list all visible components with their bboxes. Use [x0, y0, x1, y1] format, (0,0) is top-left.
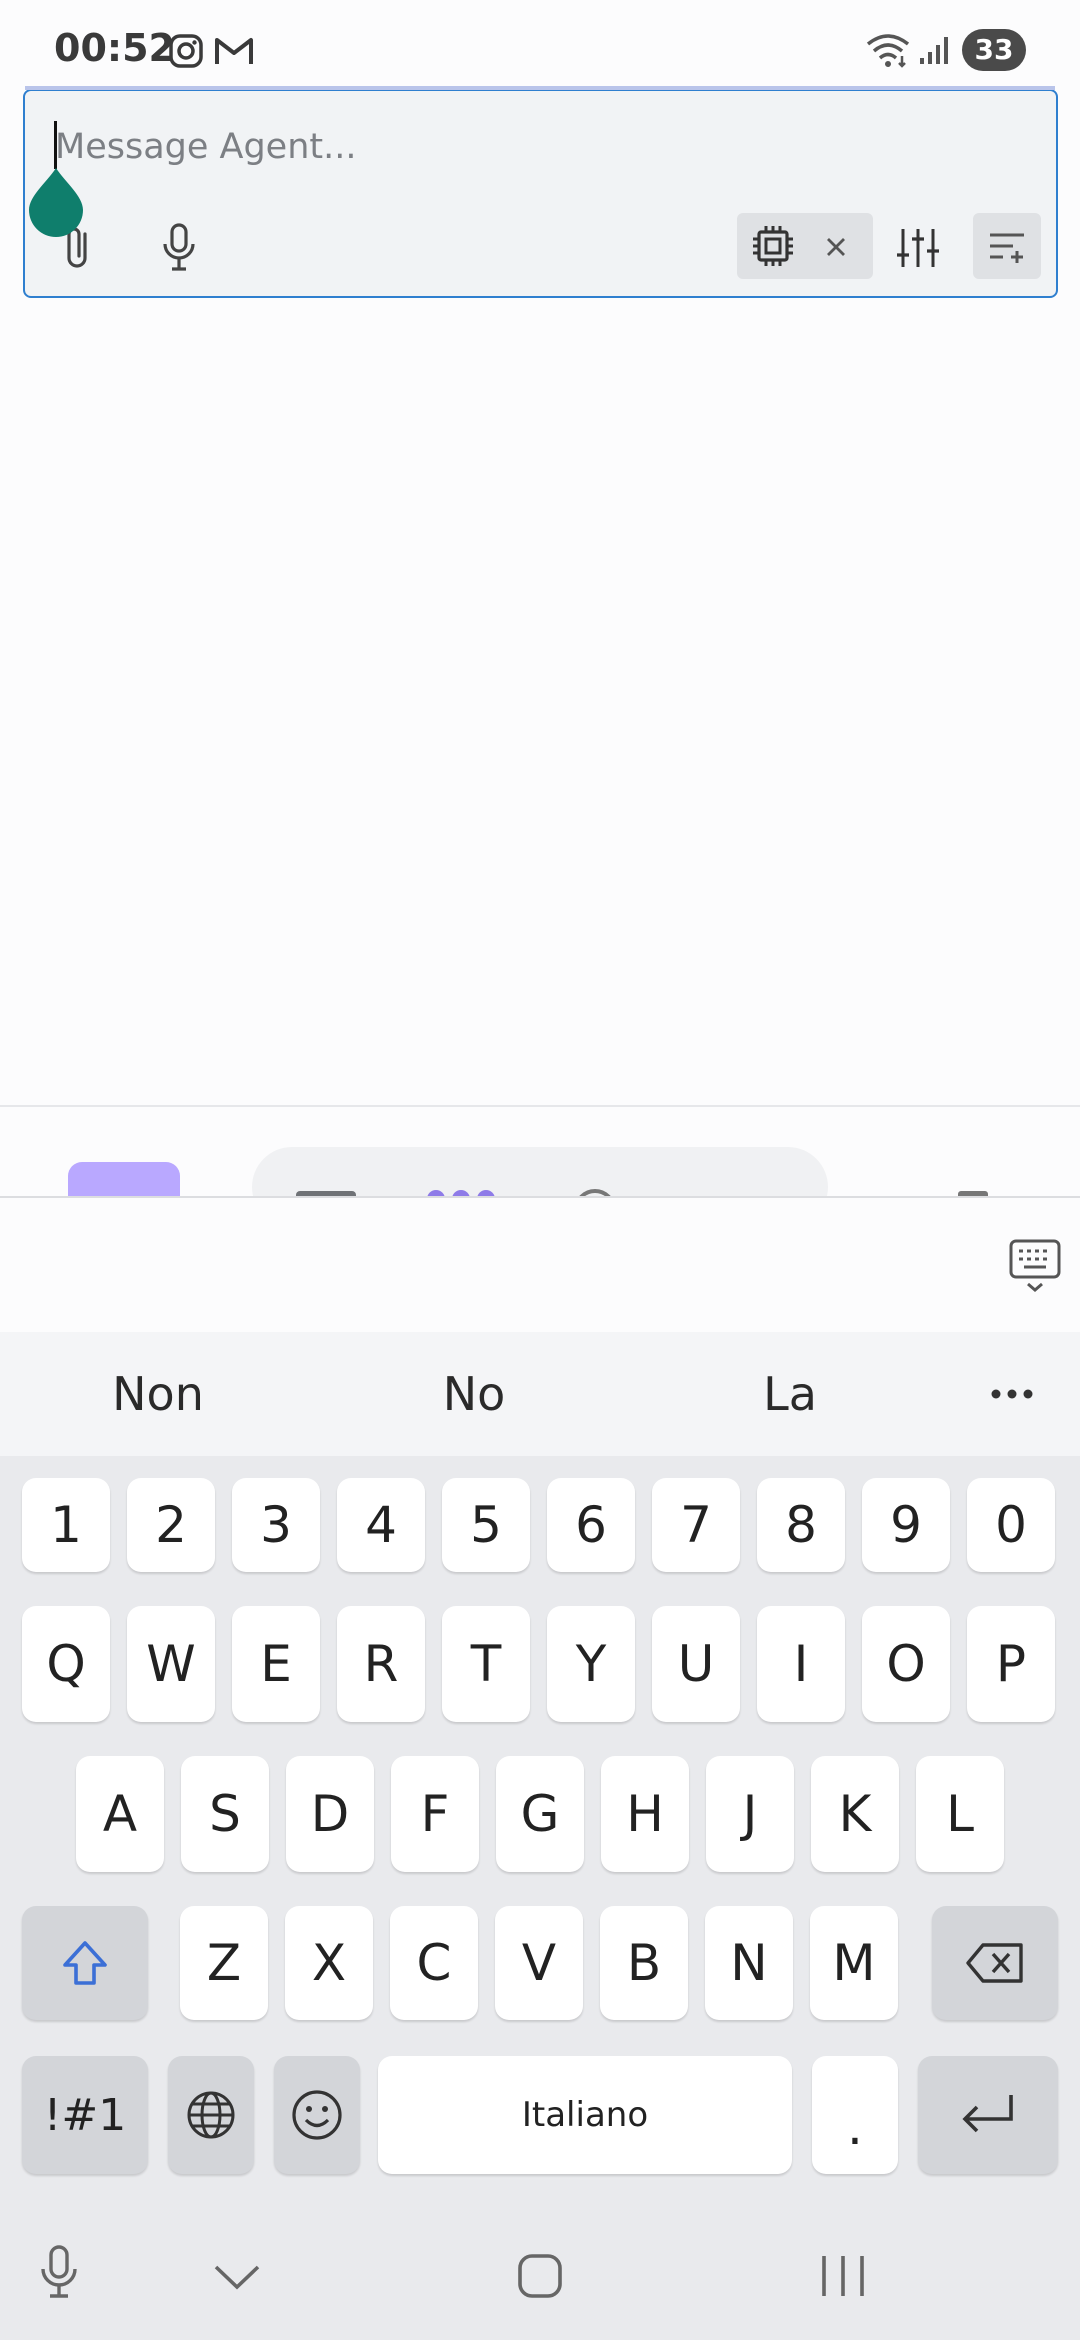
- key-7[interactable]: 7: [652, 1478, 740, 1572]
- emoji-key[interactable]: [274, 2056, 360, 2174]
- key-0[interactable]: 0: [967, 1478, 1055, 1572]
- key-h[interactable]: H: [601, 1756, 689, 1872]
- home-icon[interactable]: [516, 2252, 564, 2300]
- key-l[interactable]: L: [916, 1756, 1004, 1872]
- signal-icon: [920, 37, 948, 64]
- key-g[interactable]: G: [496, 1756, 584, 1872]
- chip-icon: [753, 226, 793, 266]
- key-2[interactable]: 2: [127, 1478, 215, 1572]
- model-chip[interactable]: [737, 213, 873, 279]
- key-r[interactable]: R: [337, 1606, 425, 1722]
- key-d[interactable]: D: [286, 1756, 374, 1872]
- key-t[interactable]: T: [442, 1606, 530, 1722]
- more-suggestions-icon[interactable]: [990, 1388, 1034, 1400]
- text-caret: [54, 121, 57, 169]
- instagram-icon: [169, 34, 203, 68]
- key-b[interactable]: B: [600, 1906, 688, 2020]
- message-composer: [23, 89, 1058, 298]
- key-p[interactable]: P: [967, 1606, 1055, 1722]
- backspace-icon: [966, 1943, 1023, 1983]
- composer-focus-line: [25, 86, 1055, 90]
- key-m[interactable]: M: [810, 1906, 898, 2020]
- key-6[interactable]: 6: [547, 1478, 635, 1572]
- key-j[interactable]: J: [706, 1756, 794, 1872]
- symbols-key[interactable]: !#1: [22, 2056, 148, 2174]
- shift-key[interactable]: [22, 1906, 148, 2020]
- battery-indicator: 33: [962, 29, 1026, 71]
- voice-input-button[interactable]: [149, 217, 209, 277]
- bottom-nav-peek: [0, 1107, 1080, 1197]
- sliders-icon: [897, 229, 939, 267]
- status-bar: 00:52 33: [0, 0, 1080, 90]
- key-q[interactable]: Q: [22, 1606, 110, 1722]
- key-y[interactable]: Y: [547, 1606, 635, 1722]
- peek-active-tab: [68, 1162, 180, 1197]
- suggestion-2[interactable]: No: [376, 1332, 572, 1456]
- key-s[interactable]: S: [181, 1756, 269, 1872]
- suggestion-bar: Non No La: [0, 1332, 1080, 1456]
- key-9[interactable]: 9: [862, 1478, 950, 1572]
- key-3[interactable]: 3: [232, 1478, 320, 1572]
- wifi-icon: [866, 34, 910, 68]
- keyboard-hide-icon[interactable]: [1008, 1238, 1062, 1294]
- suggestion-3[interactable]: La: [692, 1332, 888, 1456]
- prompt-options-button[interactable]: [973, 213, 1041, 279]
- key-e[interactable]: E: [232, 1606, 320, 1722]
- key-w[interactable]: W: [127, 1606, 215, 1722]
- key-1[interactable]: 1: [22, 1478, 110, 1572]
- keyboard-toolbar: [0, 1196, 1080, 1332]
- enter-icon: [962, 2095, 1013, 2133]
- emoji-icon: [292, 2090, 342, 2140]
- system-nav-bar: [0, 2220, 1080, 2340]
- space-key[interactable]: Italiano: [378, 2056, 792, 2174]
- key-4[interactable]: 4: [337, 1478, 425, 1572]
- key-o[interactable]: O: [862, 1606, 950, 1722]
- shift-icon: [63, 1941, 107, 1985]
- text-selection-handle[interactable]: [27, 166, 85, 238]
- key-z[interactable]: Z: [180, 1906, 268, 2020]
- suggestion-1[interactable]: Non: [60, 1332, 256, 1456]
- microphone-icon: [163, 223, 195, 271]
- chevron-down-icon[interactable]: [212, 2262, 262, 2292]
- key-a[interactable]: A: [76, 1756, 164, 1872]
- gmail-icon: [215, 38, 253, 64]
- recents-icon[interactable]: [818, 2252, 868, 2300]
- key-i[interactable]: I: [757, 1606, 845, 1722]
- language-key[interactable]: [168, 2056, 254, 2174]
- globe-icon: [187, 2091, 235, 2139]
- key-n[interactable]: N: [705, 1906, 793, 2020]
- period-key[interactable]: .: [812, 2056, 898, 2174]
- peek-nav-pill: [252, 1147, 828, 1197]
- key-v[interactable]: V: [495, 1906, 583, 2020]
- key-5[interactable]: 5: [442, 1478, 530, 1572]
- key-8[interactable]: 8: [757, 1478, 845, 1572]
- backspace-key[interactable]: [932, 1906, 1058, 2020]
- voice-typing-icon[interactable]: [38, 2244, 80, 2300]
- message-input[interactable]: [55, 117, 1015, 177]
- enter-key[interactable]: [918, 2056, 1058, 2174]
- options-icon: [990, 233, 1024, 263]
- key-f[interactable]: F: [391, 1756, 479, 1872]
- key-u[interactable]: U: [652, 1606, 740, 1722]
- status-time: 00:52: [54, 26, 175, 70]
- key-k[interactable]: K: [811, 1756, 899, 1872]
- parameters-button[interactable]: [887, 217, 949, 279]
- key-c[interactable]: C: [390, 1906, 478, 2020]
- close-icon[interactable]: [823, 234, 849, 260]
- key-x[interactable]: X: [285, 1906, 373, 2020]
